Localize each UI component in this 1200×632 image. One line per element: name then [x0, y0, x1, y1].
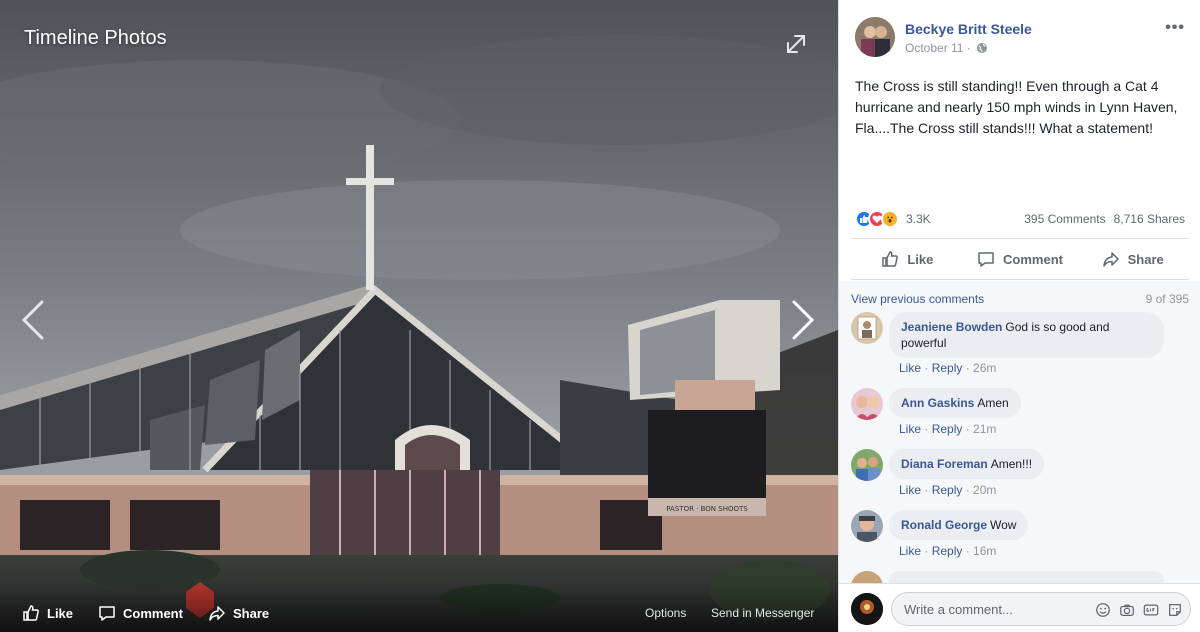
comment-meta: Like · Reply · 21m — [899, 422, 997, 436]
commenter-avatar[interactable] — [851, 388, 883, 420]
comment-bubble: Ronald George Wow — [889, 510, 1029, 540]
comments-count-link[interactable]: 395 Comments — [1024, 212, 1105, 226]
comment-label: Comment — [1003, 251, 1063, 267]
viewer-like-label: Like — [47, 605, 74, 621]
wow-reaction-icon — [881, 210, 899, 228]
current-user-avatar — [851, 593, 883, 625]
comment-text: Amen!!! — [990, 457, 1033, 471]
engagement-counts: 395 Comments 8,716 Shares — [1024, 212, 1185, 226]
view-previous-comments-link[interactable]: View previous comments — [851, 292, 984, 306]
next-photo-arrow-icon[interactable] — [788, 298, 818, 342]
gif-icon[interactable] — [1142, 601, 1160, 619]
thumbs-up-icon — [23, 605, 39, 621]
sticker-icon[interactable] — [1166, 601, 1184, 619]
share-icon — [1102, 252, 1119, 267]
globe-icon — [976, 43, 987, 53]
comment-composer — [839, 583, 1200, 632]
commenter-avatar[interactable] — [851, 449, 883, 481]
comment-time[interactable]: 20m — [973, 483, 996, 497]
comment-time[interactable]: 21m — [973, 422, 996, 436]
author-name[interactable]: Beckye Britt Steele — [905, 21, 1032, 37]
photo-viewer: PASTOR · BON SHOOTS Timeline Photos Like… — [0, 0, 838, 632]
comment-like-link[interactable]: Like — [899, 544, 921, 558]
like-button[interactable]: Like — [851, 239, 964, 279]
post-header: Beckye Britt Steele October 11 · ••• — [855, 17, 1185, 59]
share-icon — [209, 606, 225, 621]
post-panel: Beckye Britt Steele October 11 · ••• The… — [838, 0, 1200, 632]
thumbs-up-icon — [882, 251, 899, 267]
author-avatar[interactable] — [855, 17, 895, 57]
comment-meta: Like · Reply · 16m — [899, 544, 997, 558]
comment-bubble: Ann Gaskins Amen — [889, 388, 1021, 418]
emoji-icon[interactable] — [1094, 601, 1112, 619]
viewer-share-button[interactable]: Share — [208, 604, 269, 622]
comment-like-link[interactable]: Like — [899, 483, 921, 497]
comment-time[interactable]: 26m — [973, 361, 996, 375]
share-button[interactable]: Share — [1076, 239, 1189, 279]
viewer-comment-label: Comment — [123, 605, 183, 621]
viewer-action-bar: Like Comment Share Options Send in Messe… — [0, 582, 838, 632]
reactions-summary: 3.3K 395 Comments 8,716 Shares — [855, 208, 1185, 230]
fullscreen-icon[interactable] — [782, 30, 810, 58]
viewer-share-label: Share — [233, 605, 270, 621]
comment-meta: Like · Reply · 20m — [899, 483, 997, 497]
camera-icon[interactable] — [1118, 601, 1136, 619]
commenter-avatar[interactable] — [851, 312, 883, 344]
commenter-name[interactable]: Ann Gaskins — [901, 396, 974, 410]
reaction-icons[interactable] — [855, 210, 899, 228]
comment-reply-link[interactable]: Reply — [932, 422, 963, 436]
commenter-avatar[interactable] — [851, 571, 883, 583]
like-label: Like — [907, 251, 934, 267]
composer-tools — [1094, 601, 1184, 619]
commenter-name[interactable]: Diana Foreman — [901, 457, 988, 471]
comment-bubble: Diana Foreman Amen!!! — [889, 449, 1045, 479]
comment-bubble — [889, 571, 1164, 583]
comment-like-link[interactable]: Like — [899, 422, 921, 436]
commenter-name[interactable]: Ronald George — [901, 518, 987, 532]
share-label: Share — [1127, 251, 1164, 267]
more-options-icon[interactable]: ••• — [1165, 19, 1185, 37]
previous-photo-arrow-icon[interactable] — [18, 298, 48, 342]
post-timestamp: October 11 · — [905, 41, 988, 55]
options-link[interactable]: Options — [645, 606, 686, 620]
send-in-messenger-link[interactable]: Send in Messenger — [711, 606, 814, 620]
comments-section: View previous comments 9 of 395 Jeaniene… — [839, 281, 1200, 583]
comment-time[interactable]: 16m — [973, 544, 996, 558]
commenter-avatar[interactable] — [851, 510, 883, 542]
comment-pagination-count: 9 of 395 — [1145, 292, 1189, 306]
comment-bubble: Jeaniene Bowden God is so good and powerf… — [889, 312, 1164, 358]
commenter-name[interactable]: Jeaniene Bowden — [901, 320, 1002, 334]
post-body-text: The Cross is still standing!! Even throu… — [855, 78, 1178, 136]
viewer-comment-button[interactable]: Comment — [98, 604, 183, 622]
viewer-like-button[interactable]: Like — [22, 604, 73, 622]
comment-like-link[interactable]: Like — [899, 361, 921, 375]
comment-meta: Like · Reply · 26m — [899, 361, 997, 375]
comment-text: Amen — [977, 396, 1009, 410]
comment-reply-link[interactable]: Reply — [932, 483, 963, 497]
reaction-count[interactable]: 3.3K — [906, 212, 931, 226]
comment-icon — [978, 252, 994, 267]
church-sign-text: PASTOR · BON SHOOTS — [666, 505, 748, 513]
shares-count-link[interactable]: 8,716 Shares — [1114, 212, 1185, 226]
comment-button[interactable]: Comment — [964, 239, 1077, 279]
comment-reply-link[interactable]: Reply — [932, 544, 963, 558]
viewer-title: Timeline Photos — [24, 27, 167, 49]
comment-icon — [99, 606, 115, 621]
comment-reply-link[interactable]: Reply — [932, 361, 963, 375]
church-photo: PASTOR · BON SHOOTS — [0, 0, 838, 632]
post-date-text[interactable]: October 11 · — [905, 41, 971, 55]
comment-text: Wow — [990, 518, 1017, 532]
post-action-bar: Like Comment Share — [851, 238, 1189, 280]
